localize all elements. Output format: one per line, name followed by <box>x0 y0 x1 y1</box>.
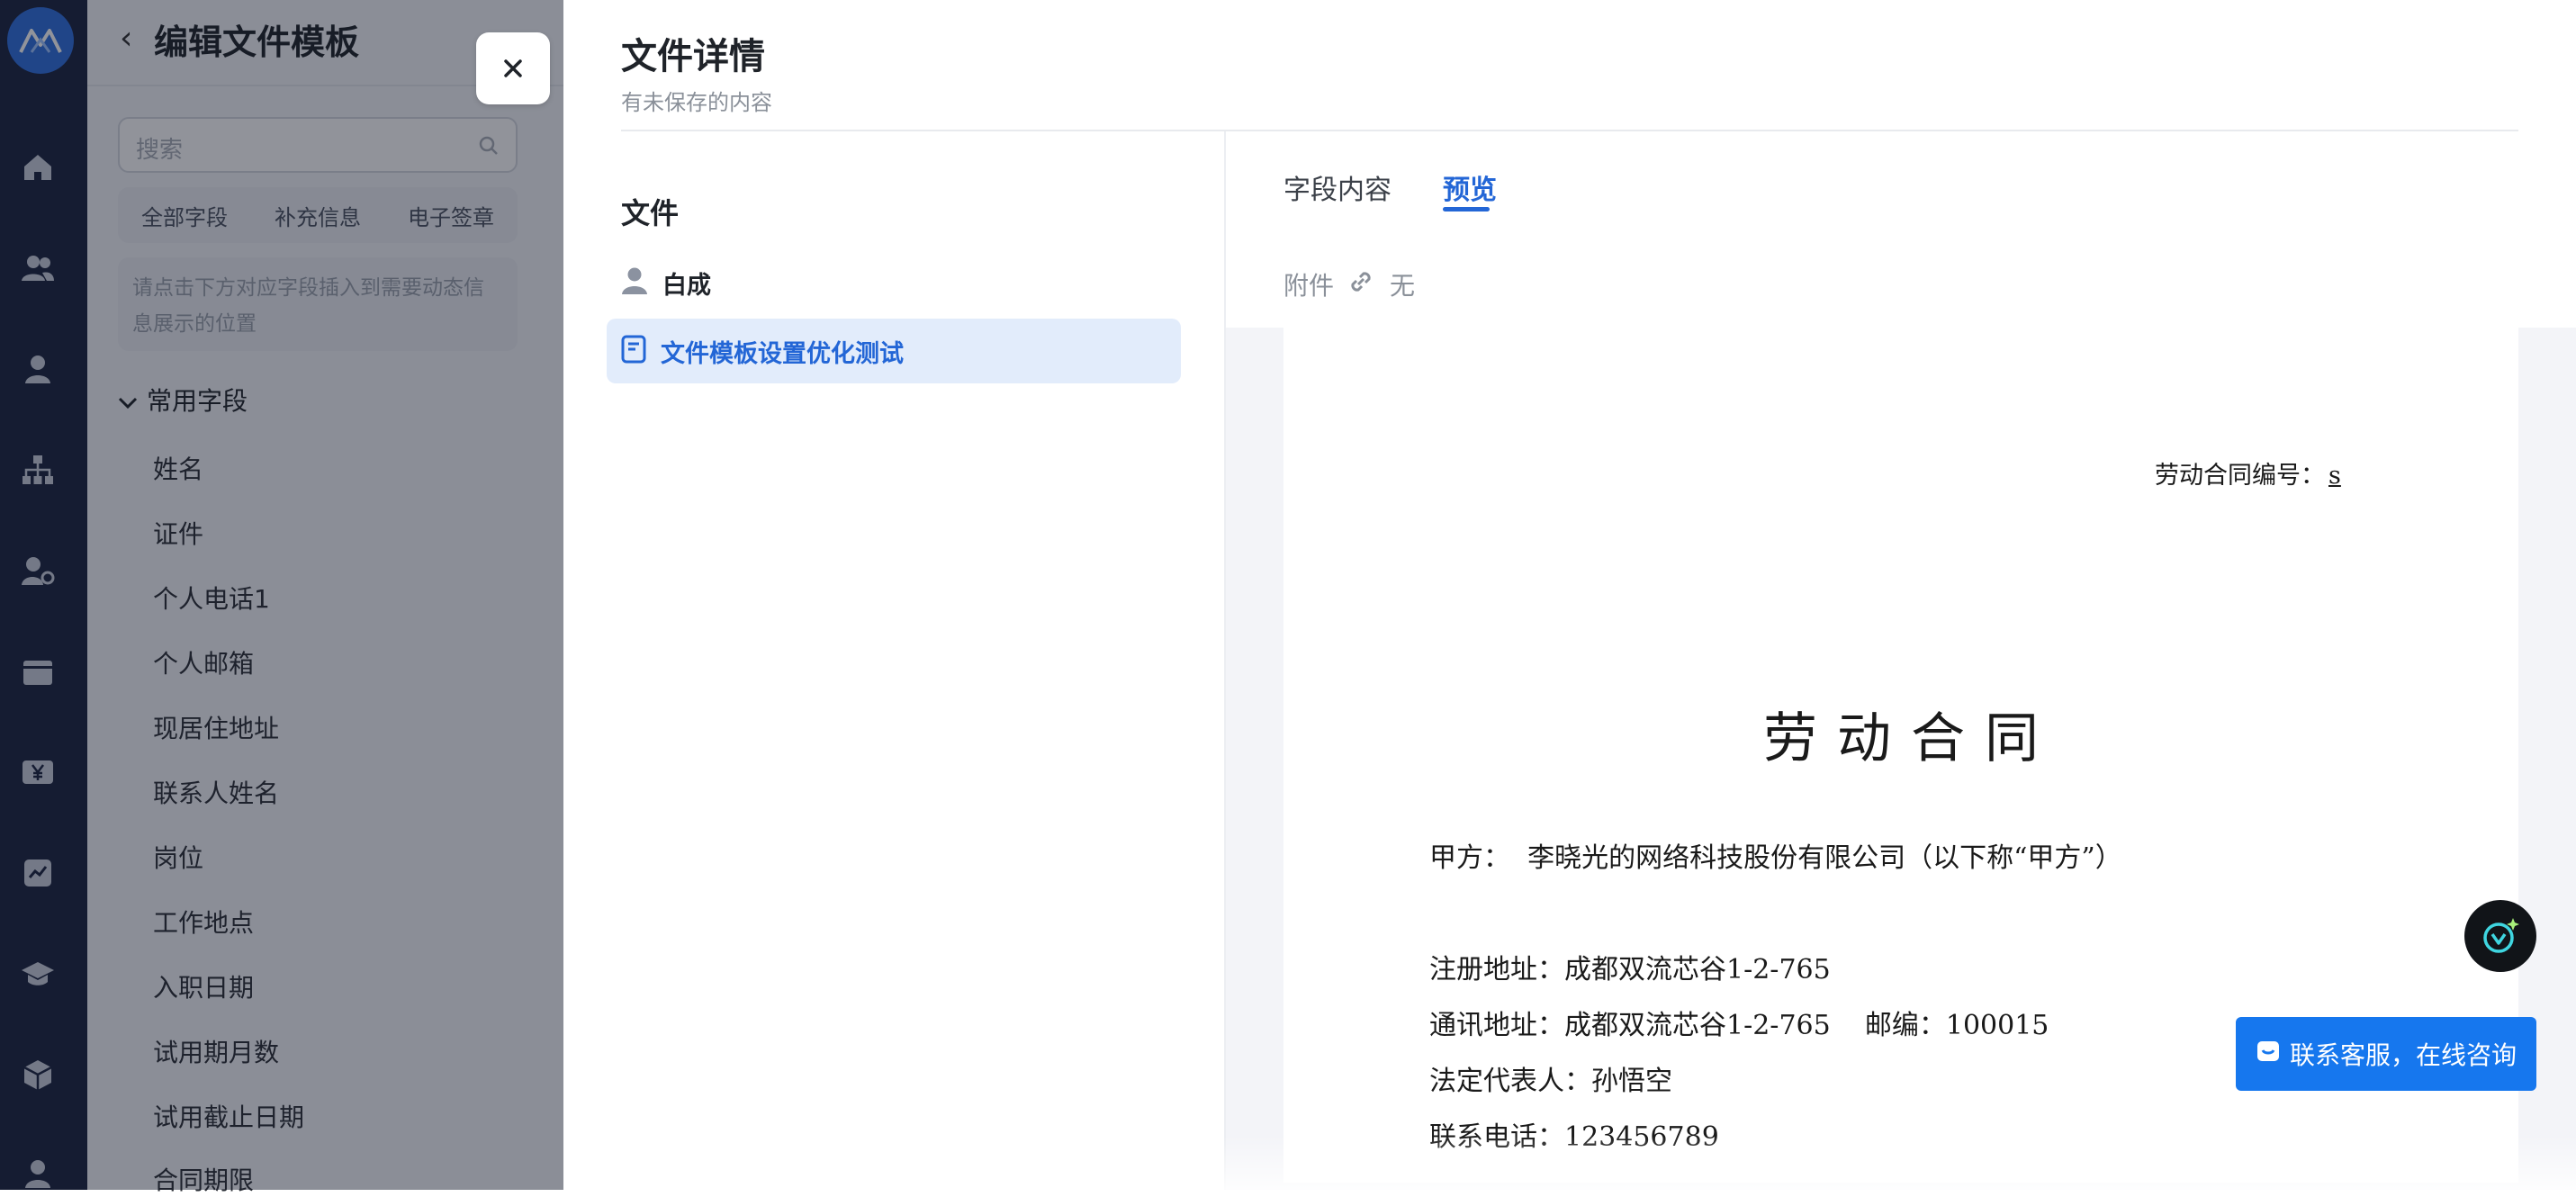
support-label: 联系客服，在线咨询 <box>2289 1040 2517 1070</box>
mailing-address-line: 通讯地址：成都双流芯谷1-2-765 邮编：100015 <box>1429 1010 2049 1041</box>
attachment-value: 无 <box>1390 271 1416 301</box>
phone-line: 联系电话：123456789 <box>1429 1121 1719 1153</box>
unsaved-notice: 有未保存的内容 <box>621 90 772 115</box>
registered-address-line: 注册地址：成都双流芯谷1-2-765 <box>1429 954 1831 986</box>
file-item-template[interactable]: 文件模板设置优化测试 <box>607 319 1181 383</box>
link-icon <box>1347 267 1375 302</box>
drawer-title: 文件详情 <box>621 36 765 77</box>
ai-assistant-button[interactable] <box>2464 900 2536 972</box>
person-name: 白成 <box>662 271 711 300</box>
tab-field-content[interactable]: 字段内容 <box>1283 167 1392 207</box>
chat-icon <box>2256 1039 2281 1070</box>
modal-overlay[interactable] <box>0 0 563 1190</box>
file-details-drawer: 文件详情 有未保存的内容 文件 白成 文件模板设置优化测试 字段内容 预览 附件… <box>563 0 2576 1190</box>
close-drawer-button[interactable] <box>476 32 550 104</box>
header-divider <box>621 130 2518 131</box>
person-icon <box>621 266 648 299</box>
party-a-line: 甲方： 李晓光的网络科技股份有限公司（以下称“甲方”） <box>1429 842 2122 874</box>
template-file-name: 文件模板设置优化测试 <box>661 339 904 368</box>
active-tab-indicator <box>1443 207 1490 212</box>
attachment-label: 附件 <box>1283 271 1335 301</box>
customer-support-button[interactable]: 联系客服，在线咨询 <box>2236 1017 2536 1091</box>
contract-title: 劳动合同 <box>1763 707 2058 770</box>
file-item-person[interactable]: 白成 <box>607 250 1181 315</box>
attachment-row: 附件 无 <box>1283 266 1415 302</box>
files-section-label: 文件 <box>621 196 680 230</box>
legal-representative-line: 法定代表人：孙悟空 <box>1429 1066 1672 1097</box>
close-icon <box>504 59 522 77</box>
assistant-icon <box>2483 918 2519 953</box>
tab-preview[interactable]: 预览 <box>1443 167 1497 207</box>
contract-number-value: s <box>2328 462 2341 490</box>
contract-number-label: 劳动合同编号： <box>2155 462 2325 490</box>
contract-number: 劳动合同编号： s <box>2155 455 2341 490</box>
document-icon <box>621 335 646 367</box>
